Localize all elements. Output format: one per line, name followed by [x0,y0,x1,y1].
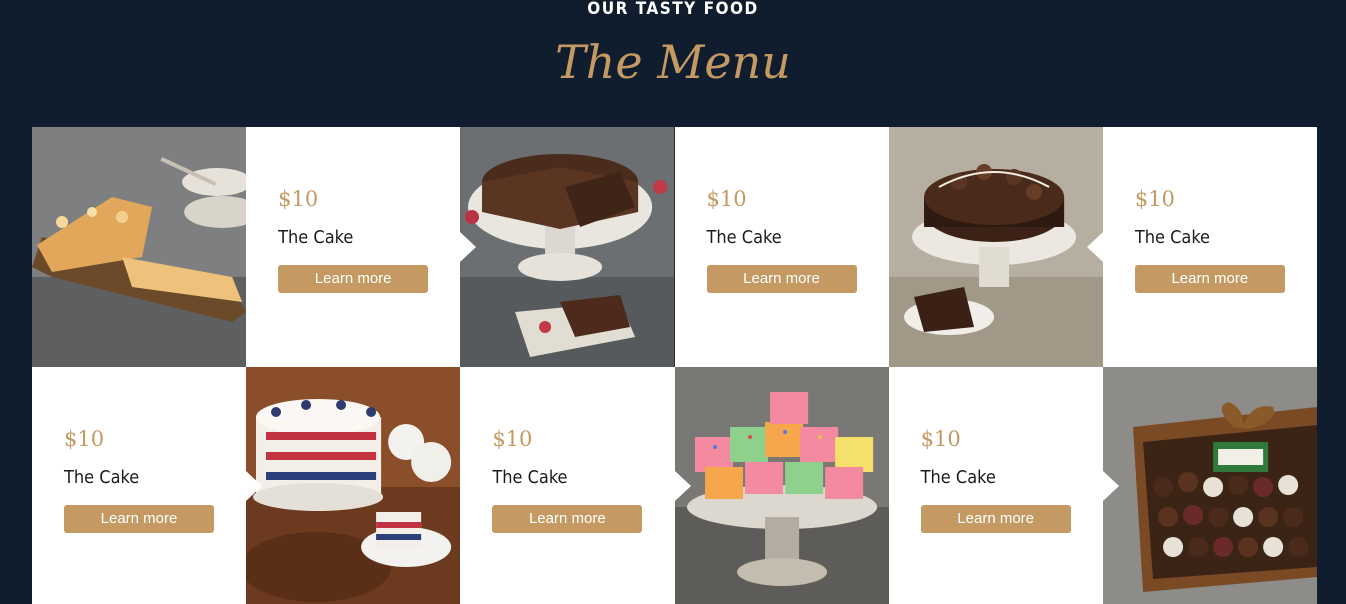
learn-more-button[interactable]: Learn more [706,265,857,293]
menu-title: The Menu [555,35,791,89]
menu-item-price: $10 [1134,187,1175,211]
menu-item-name: The Cake [1134,227,1211,248]
menu-item-price: $10 [278,187,319,211]
menu-item-4-image [246,367,461,604]
learn-more-button[interactable]: Learn more [278,265,429,293]
menu-item-name: The Cake [492,467,568,488]
menu-item-price: $10 [64,427,105,451]
menu-item-5: $10 The Cake Learn more [460,367,675,604]
learn-more-button[interactable]: Learn more [492,505,643,533]
menu-item-2: $10 The Cake Learn more [674,127,889,367]
menu-item-name: The Cake [278,227,354,248]
menu-grid: $10 The Cake Learn more $10 The Cake Lea… [32,127,1317,604]
section-eyebrow: OUR TASTY FOOD [587,0,759,19]
menu-item-4: $10 The Cake Learn more [32,367,247,604]
learn-more-button[interactable]: Learn more [1134,265,1285,293]
menu-item-1: $10 The Cake Learn more [246,127,461,367]
menu-item-name: The Cake [920,467,996,488]
menu-item-price: $10 [706,187,747,211]
menu-item-price: $10 [920,427,961,451]
menu-item-1-image [32,127,247,367]
menu-item-3: $10 The Cake Learn more [1102,127,1317,367]
menu-item-price: $10 [492,427,533,451]
menu-item-name: The Cake [706,227,782,248]
learn-more-button[interactable]: Learn more [64,505,214,533]
menu-item-6-image [1102,367,1317,604]
learn-more-button[interactable]: Learn more [920,505,1071,533]
menu-item-5-image [674,367,889,604]
menu-item-3-image [888,127,1103,367]
menu-item-name: The Cake [64,467,140,488]
menu-item-2-image [460,127,675,367]
menu-item-6: $10 The Cake Learn more [888,367,1103,604]
